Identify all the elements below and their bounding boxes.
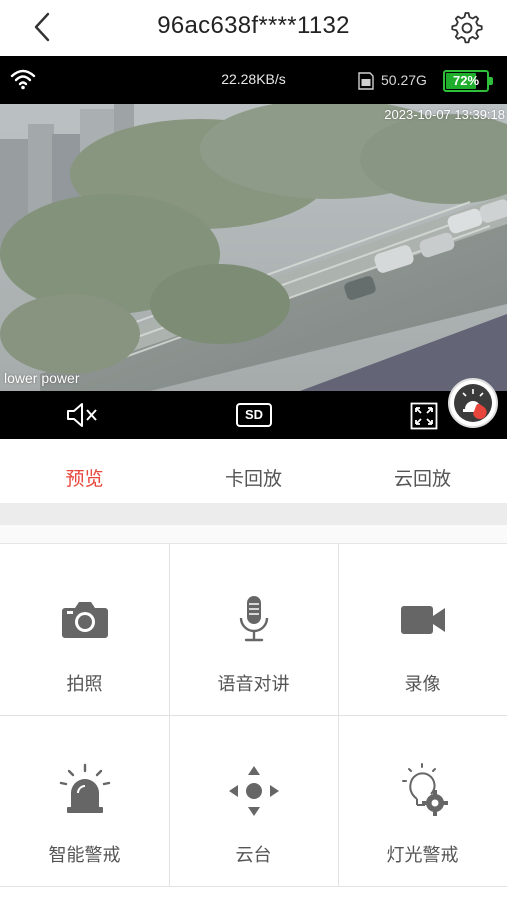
camera-icon — [61, 602, 108, 638]
battery-indicator: 72% — [443, 70, 493, 92]
divider-band — [0, 503, 507, 525]
intercom-button[interactable]: 语音对讲 — [169, 544, 338, 715]
function-grid: 拍照 语音对讲 录像 智能警戒 云台 灯光警戒 — [0, 543, 507, 900]
record-label: 录像 — [404, 674, 441, 694]
tab-card-playback[interactable]: 卡回放 — [169, 439, 338, 503]
alarm-touch-button[interactable] — [448, 378, 498, 428]
alarm-touch-icon — [454, 384, 492, 422]
power-mode-text: lower power — [4, 370, 80, 386]
light-alert-label: 灯光警戒 — [386, 845, 459, 865]
tab-cloud-playback[interactable]: 云回放 — [338, 439, 507, 503]
gear-icon[interactable] — [449, 10, 485, 46]
camera-scene-image — [0, 104, 507, 391]
grid-divider — [0, 886, 507, 887]
video-status-bar: 22.28KB/s 50.27G 72% — [0, 56, 507, 104]
intercom-label: 语音对讲 — [217, 674, 290, 694]
snapshot-label: 拍照 — [66, 674, 103, 694]
battery-nub — [489, 77, 493, 85]
video-control-bar: SD — [0, 391, 507, 439]
battery-label: 72% — [452, 73, 480, 88]
siren-icon — [59, 763, 110, 813]
storage-text: 50.27G — [381, 72, 427, 88]
ptz-label: 云台 — [235, 845, 272, 865]
smart-alert-label: 智能警戒 — [48, 845, 121, 865]
speaker-mute-icon[interactable] — [64, 401, 100, 429]
fullscreen-icon[interactable] — [410, 402, 438, 430]
ptz-button[interactable]: 云台 — [169, 715, 338, 886]
mode-tabs: 预览 卡回放 云回放 — [0, 439, 507, 503]
microphone-icon — [239, 596, 268, 642]
divider-gap — [0, 525, 507, 543]
ptz-direction-icon — [228, 766, 279, 816]
video-timestamp: 2023-10-07 13:39:18 — [384, 107, 505, 122]
light-bulb-gear-icon — [401, 763, 448, 816]
light-alert-button[interactable]: 灯光警戒 — [338, 715, 507, 886]
device-title: 96ac638f****1132 — [157, 12, 350, 39]
record-button[interactable]: 录像 — [338, 544, 507, 715]
quality-sd-button[interactable]: SD — [236, 403, 272, 427]
live-video-panel[interactable]: 22.28KB/s 50.27G 72% 2023-10-07 13:39:18… — [0, 56, 507, 439]
top-nav-bar: 96ac638f****1132 — [0, 0, 507, 56]
tab-preview[interactable]: 预览 — [0, 439, 169, 503]
bitrate-text: 22.28KB/s — [221, 71, 286, 87]
smart-alert-button[interactable]: 智能警戒 — [0, 715, 169, 886]
video-camera-icon — [400, 606, 445, 634]
snapshot-button[interactable]: 拍照 — [0, 544, 169, 715]
sd-card-icon — [358, 72, 374, 90]
chevron-left-icon[interactable] — [28, 10, 58, 44]
camera-feed[interactable]: 2023-10-07 13:39:18 lower power — [0, 104, 507, 391]
